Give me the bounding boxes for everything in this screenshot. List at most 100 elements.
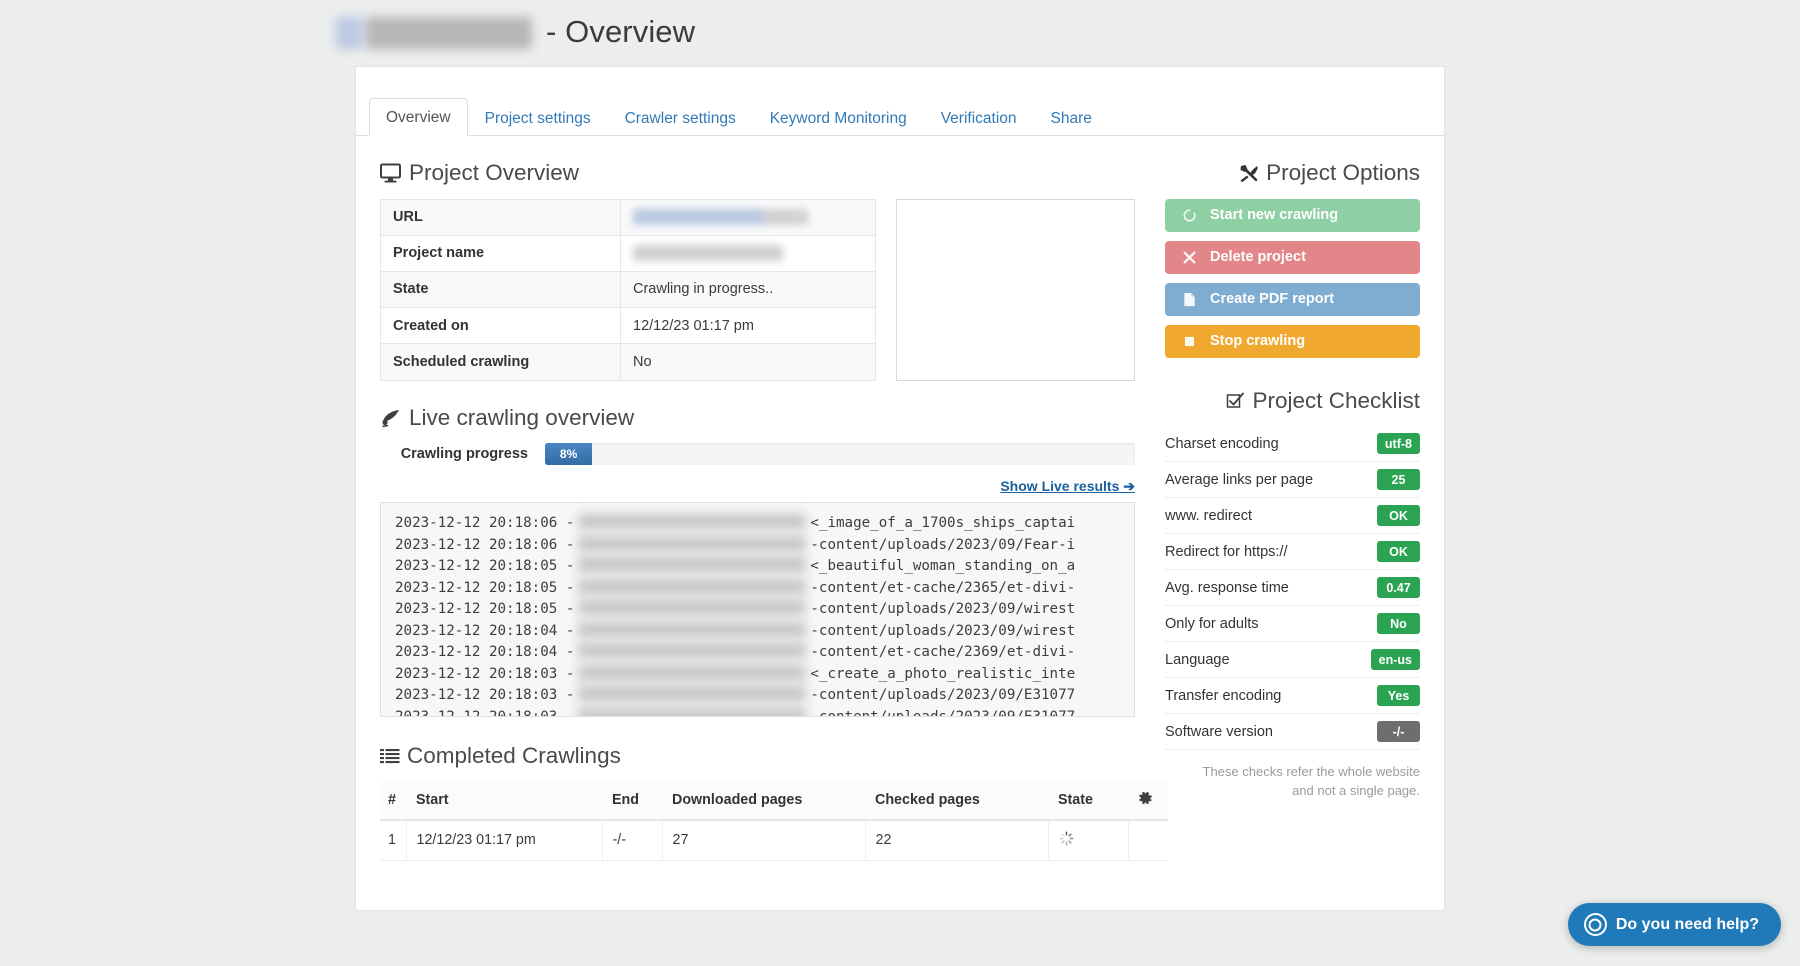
log-line: 2023-12-12 20:18:05 - -content/uploads/2… [381, 598, 1134, 620]
live-crawling-title: Live crawling overview [409, 407, 634, 430]
log-line: 2023-12-12 20:18:03 - -content/uploads/2… [381, 706, 1134, 718]
log-timestamp: 2023-12-12 20:18:03 - [395, 685, 574, 706]
row-value-scheduled-crawling: No [621, 344, 876, 380]
log-line: 2023-12-12 20:18:06 - <_image_of_a_1700s… [381, 512, 1134, 534]
refresh-icon [1181, 208, 1197, 223]
log-line: 2023-12-12 20:18:06 - -content/uploads/2… [381, 534, 1134, 556]
project-overview-table: URL Project name State Crawling in progr… [380, 199, 876, 381]
log-redacted-host [578, 643, 806, 658]
status-badge: en-us [1371, 649, 1420, 670]
table-row: Project name [381, 235, 876, 271]
status-badge: -/- [1377, 721, 1420, 742]
checklist-item-software-version: Software version -/- [1165, 714, 1420, 750]
checklist-note: These checks refer the whole website and… [1165, 762, 1420, 800]
completed-crawlings-title: Completed Crawlings [407, 745, 621, 768]
log-redacted-host [578, 708, 806, 718]
crawling-progress-label: Crawling progress [380, 446, 545, 462]
page-title-suffix: - Overview [546, 14, 695, 50]
col-header-checked[interactable]: Checked pages [865, 782, 1048, 820]
progress-fill: 8% [545, 443, 592, 465]
card-body: Project Overview URL Project name [356, 136, 1444, 861]
checklist-label: Only for adults [1165, 616, 1259, 632]
create-pdf-report-button[interactable]: Create PDF report [1165, 283, 1420, 316]
checklist-item-average-links-per-page: Average links per page 25 [1165, 462, 1420, 498]
help-widget-button[interactable]: Do you need help? [1568, 903, 1781, 946]
project-options-title: Project Options [1266, 162, 1420, 185]
project-checklist-heading: Project Checklist [1165, 390, 1420, 413]
status-badge: Yes [1377, 685, 1420, 706]
crawling-progress-row: Crawling progress 8% [380, 443, 1135, 465]
log-redacted-host [578, 514, 806, 529]
log-timestamp: 2023-12-12 20:18:04 - [395, 642, 574, 663]
log-redacted-host [578, 622, 806, 637]
log-url: -content/uploads/2023/09/wirest [810, 621, 1075, 642]
log-timestamp: 2023-12-12 20:18:06 - [395, 535, 574, 556]
checklist-item-transfer-encoding: Transfer encoding Yes [1165, 678, 1420, 714]
status-badge: 25 [1377, 469, 1420, 490]
checklist-label: www. redirect [1165, 508, 1252, 524]
completed-crawlings-table: # Start End Downloaded pages Checked pag… [380, 782, 1168, 861]
row-key-created-on: Created on [381, 308, 621, 344]
table-header-row: # Start End Downloaded pages Checked pag… [380, 782, 1168, 820]
tab-keyword-monitoring[interactable]: Keyword Monitoring [753, 99, 924, 137]
page-title: - Overview [336, 14, 695, 50]
checklist-label: Average links per page [1165, 472, 1313, 488]
row-value-created-on: 12/12/23 01:17 pm [621, 308, 876, 344]
status-badge: No [1377, 613, 1420, 634]
row-key-scheduled-crawling: Scheduled crawling [381, 344, 621, 380]
col-header-end[interactable]: End [602, 782, 662, 820]
table-row: State Crawling in progress.. [381, 271, 876, 307]
main-card: Overview Project settings Crawler settin… [355, 66, 1445, 911]
checklist-item-https-redirect: Redirect for https:// OK [1165, 534, 1420, 570]
left-column: Project Overview URL Project name [380, 152, 1135, 861]
log-line: 2023-12-12 20:18:03 - -content/uploads/2… [381, 684, 1134, 706]
show-live-results-link[interactable]: Show Live results ➔ [1000, 478, 1135, 494]
col-header-start[interactable]: Start [406, 782, 602, 820]
tab-share[interactable]: Share [1034, 99, 1109, 137]
log-redacted-host [578, 536, 806, 551]
cell-actions[interactable] [1128, 820, 1168, 861]
tab-crawler-settings[interactable]: Crawler settings [608, 99, 753, 137]
live-results-row: Show Live results ➔ [380, 478, 1135, 496]
page-root: - Overview Overview Project settings Cra… [0, 0, 1800, 966]
row-key-url: URL [381, 199, 621, 235]
checklist-label: Avg. response time [1165, 580, 1289, 596]
log-url: -content/uploads/2023/09/E31077 [810, 707, 1075, 718]
delete-project-button[interactable]: Delete project [1165, 241, 1420, 274]
checklist-label: Redirect for https:// [1165, 544, 1288, 560]
checklist-item-www-redirect: www. redirect OK [1165, 498, 1420, 534]
log-line: 2023-12-12 20:18:05 - <_beautiful_woman_… [381, 555, 1134, 577]
cell-start: 12/12/23 01:17 pm [406, 820, 602, 861]
gear-icon[interactable] [1128, 782, 1168, 820]
log-redacted-host [578, 686, 806, 701]
live-log-box[interactable]: 2023-12-12 20:18:06 - <_image_of_a_1700s… [380, 502, 1135, 717]
col-header-num[interactable]: # [380, 782, 406, 820]
checklist-label: Software version [1165, 724, 1273, 740]
log-url: <_image_of_a_1700s_ships_captai [810, 513, 1075, 534]
tab-project-settings[interactable]: Project settings [468, 99, 608, 137]
log-timestamp: 2023-12-12 20:18:05 - [395, 556, 574, 577]
col-header-state[interactable]: State [1048, 782, 1128, 820]
log-timestamp: 2023-12-12 20:18:03 - [395, 707, 574, 718]
start-new-crawling-label: Start new crawling [1210, 207, 1338, 223]
satellite-icon [380, 408, 402, 428]
project-overview-heading: Project Overview [380, 162, 1135, 185]
progress-track: 8% [545, 443, 1135, 465]
tab-overview[interactable]: Overview [369, 98, 468, 137]
checklist-label: Language [1165, 652, 1230, 668]
log-redacted-host [578, 665, 806, 680]
table-row[interactable]: 1 12/12/23 01:17 pm -/- 27 22 [380, 820, 1168, 861]
help-widget-label: Do you need help? [1616, 916, 1759, 934]
start-new-crawling-button[interactable]: Start new crawling [1165, 199, 1420, 232]
tab-bar: Overview Project settings Crawler settin… [356, 89, 1444, 136]
right-column: Project Options Start new crawling [1165, 152, 1420, 861]
tab-verification[interactable]: Verification [924, 99, 1034, 137]
project-checklist-title: Project Checklist [1252, 390, 1420, 413]
col-header-downloaded[interactable]: Downloaded pages [662, 782, 865, 820]
log-redacted-host [578, 600, 806, 615]
status-badge: OK [1377, 541, 1420, 562]
checklist-item-avg-response-time: Avg. response time 0.47 [1165, 570, 1420, 606]
log-line: 2023-12-12 20:18:04 - -content/uploads/2… [381, 620, 1134, 642]
row-value-state: Crawling in progress.. [621, 271, 876, 307]
stop-crawling-button[interactable]: Stop crawling [1165, 325, 1420, 358]
